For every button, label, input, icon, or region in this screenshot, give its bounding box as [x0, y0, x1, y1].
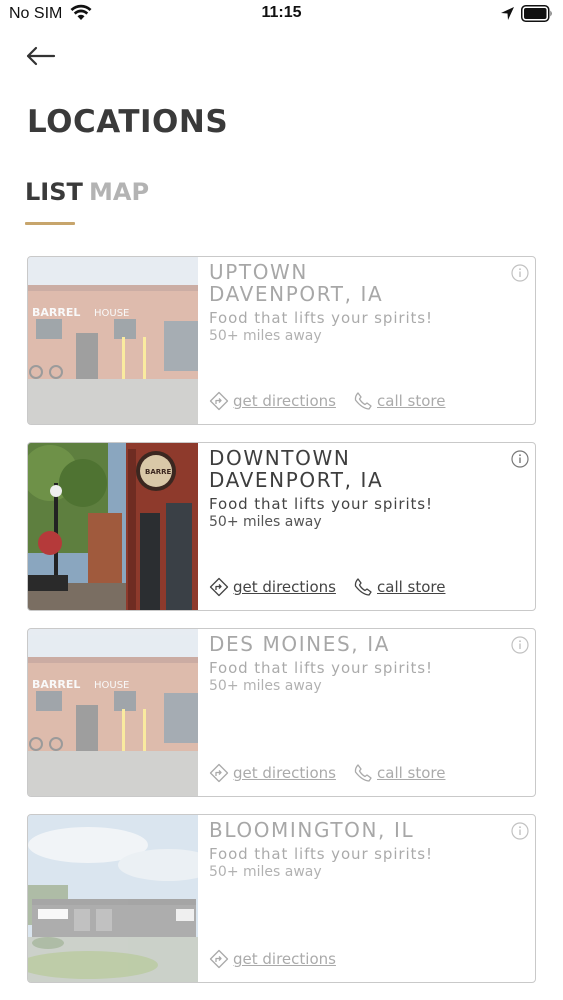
- get-directions-label: get directions: [233, 764, 336, 782]
- info-icon[interactable]: [511, 822, 529, 840]
- status-bar: No SIM 11:15: [0, 0, 563, 30]
- call-store-label: call store: [377, 578, 446, 596]
- location-name-line1: UPTOWN: [209, 260, 308, 284]
- get-directions-link[interactable]: get directions: [209, 577, 336, 597]
- directions-icon: [209, 763, 229, 783]
- call-store-label: call store: [377, 764, 446, 782]
- call-store-label: call store: [377, 392, 446, 410]
- phone-icon: [354, 764, 372, 782]
- sign-house-text: HOUSE: [94, 308, 129, 319]
- location-photo: BARREL HOUSE: [28, 629, 198, 796]
- get-directions-link[interactable]: get directions: [209, 763, 336, 783]
- tab-map[interactable]: MAP: [89, 178, 149, 206]
- battery-icon: [521, 5, 552, 22]
- location-card-downtown-davenport[interactable]: BARREL DOWNTOWN DAVENPORT, IA Food that …: [27, 442, 536, 611]
- directions-icon: [209, 391, 229, 411]
- sign-barrel-text: BARREL: [145, 468, 176, 476]
- location-services-icon: [501, 7, 514, 20]
- brick-building-icon: BARREL HOUSE: [28, 257, 198, 424]
- location-name: BLOOMINGTON, IL: [209, 818, 415, 842]
- location-tagline: Food that lifts your spirits!: [209, 495, 433, 513]
- location-info: BLOOMINGTON, IL Food that lifts your spi…: [209, 819, 527, 880]
- location-distance: 50+ miles away: [209, 328, 322, 344]
- location-distance: 50+ miles away: [209, 678, 322, 694]
- street-storefront-icon: BARREL: [28, 443, 198, 610]
- location-photo: BARREL HOUSE: [28, 257, 198, 424]
- back-button[interactable]: [24, 42, 58, 70]
- directions-icon: [209, 949, 229, 969]
- location-info: DOWNTOWN DAVENPORT, IA Food that lifts y…: [209, 447, 527, 530]
- location-card-bloomington[interactable]: BLOOMINGTON, IL Food that lifts your spi…: [27, 814, 536, 983]
- get-directions-link[interactable]: get directions: [209, 949, 336, 969]
- location-name-line2: DAVENPORT, IA: [209, 282, 384, 306]
- location-info: UPTOWN DAVENPORT, IA Food that lifts you…: [209, 261, 527, 344]
- page-title: LOCATIONS: [27, 104, 229, 140]
- call-store-link[interactable]: call store: [353, 577, 445, 597]
- location-card-uptown-davenport[interactable]: BARREL HOUSE UPTOWN DAVENPORT, IA Food t…: [27, 256, 536, 425]
- location-tagline: Food that lifts your spirits!: [209, 845, 433, 863]
- location-info: DES MOINES, IA Food that lifts your spir…: [209, 633, 527, 694]
- get-directions-label: get directions: [233, 578, 336, 596]
- location-distance: 50+ miles away: [209, 864, 322, 880]
- active-tab-indicator: [25, 222, 75, 225]
- location-distance: 50+ miles away: [209, 514, 322, 530]
- location-tagline: Food that lifts your spirits!: [209, 309, 433, 327]
- info-icon[interactable]: [511, 264, 529, 282]
- location-name-line2: DAVENPORT, IA: [209, 468, 384, 492]
- location-tagline: Food that lifts your spirits!: [209, 659, 433, 677]
- get-directions-label: get directions: [233, 392, 336, 410]
- location-photo: [28, 815, 198, 982]
- phone-icon: [354, 578, 372, 596]
- get-directions-link[interactable]: get directions: [209, 391, 336, 411]
- sign-barrel-text: BARREL: [32, 306, 80, 319]
- sign-house-text: HOUSE: [94, 680, 129, 691]
- call-store-link[interactable]: call store: [353, 391, 445, 411]
- call-store-link[interactable]: call store: [353, 763, 445, 783]
- strip-mall-icon: [28, 815, 198, 982]
- sign-barrel-text: BARREL: [32, 678, 80, 691]
- tab-list[interactable]: LIST: [25, 178, 83, 206]
- location-card-des-moines[interactable]: BARREL HOUSE DES MOINES, IA Food that li…: [27, 628, 536, 797]
- clock: 11:15: [261, 4, 302, 21]
- get-directions-label: get directions: [233, 950, 336, 968]
- location-name-line1: DOWNTOWN: [209, 446, 351, 470]
- location-photo: BARREL: [28, 443, 198, 610]
- directions-icon: [209, 577, 229, 597]
- back-arrow-icon: [26, 46, 56, 66]
- phone-icon: [354, 392, 372, 410]
- info-icon[interactable]: [511, 636, 529, 654]
- location-name: DES MOINES, IA: [209, 632, 390, 656]
- brick-building-icon: BARREL HOUSE: [28, 629, 198, 796]
- info-icon[interactable]: [511, 450, 529, 468]
